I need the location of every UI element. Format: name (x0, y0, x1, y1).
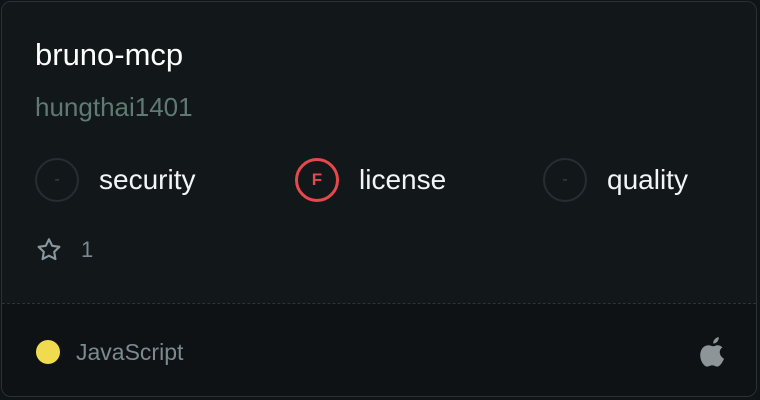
repo-name[interactable]: bruno-mcp (35, 36, 183, 74)
card-body: bruno-mcp hungthai1401 - security F lice… (2, 2, 756, 303)
quality-label: quality (607, 164, 688, 195)
language-label: JavaScript (76, 338, 184, 365)
star-count: 1 (81, 237, 94, 262)
security-grade-badge: - (35, 158, 79, 202)
language-indicator: JavaScript (36, 336, 183, 368)
score-security[interactable]: - security (35, 154, 195, 206)
score-license[interactable]: F license (295, 154, 446, 206)
repo-owner[interactable]: hungthai1401 (35, 90, 193, 124)
security-label: security (99, 164, 196, 195)
quality-grade-badge: - (543, 158, 587, 202)
apple-icon (700, 337, 725, 367)
score-row: - security F license - quality (2, 154, 756, 206)
license-label: license (359, 164, 447, 195)
language-color-dot (36, 340, 60, 364)
license-grade-badge: F (295, 158, 339, 202)
score-quality[interactable]: - quality (543, 154, 688, 206)
server-card[interactable]: bruno-mcp hungthai1401 - security F lice… (1, 1, 757, 397)
star-outline-icon (37, 238, 61, 261)
star-count-group: 1 (35, 234, 93, 266)
